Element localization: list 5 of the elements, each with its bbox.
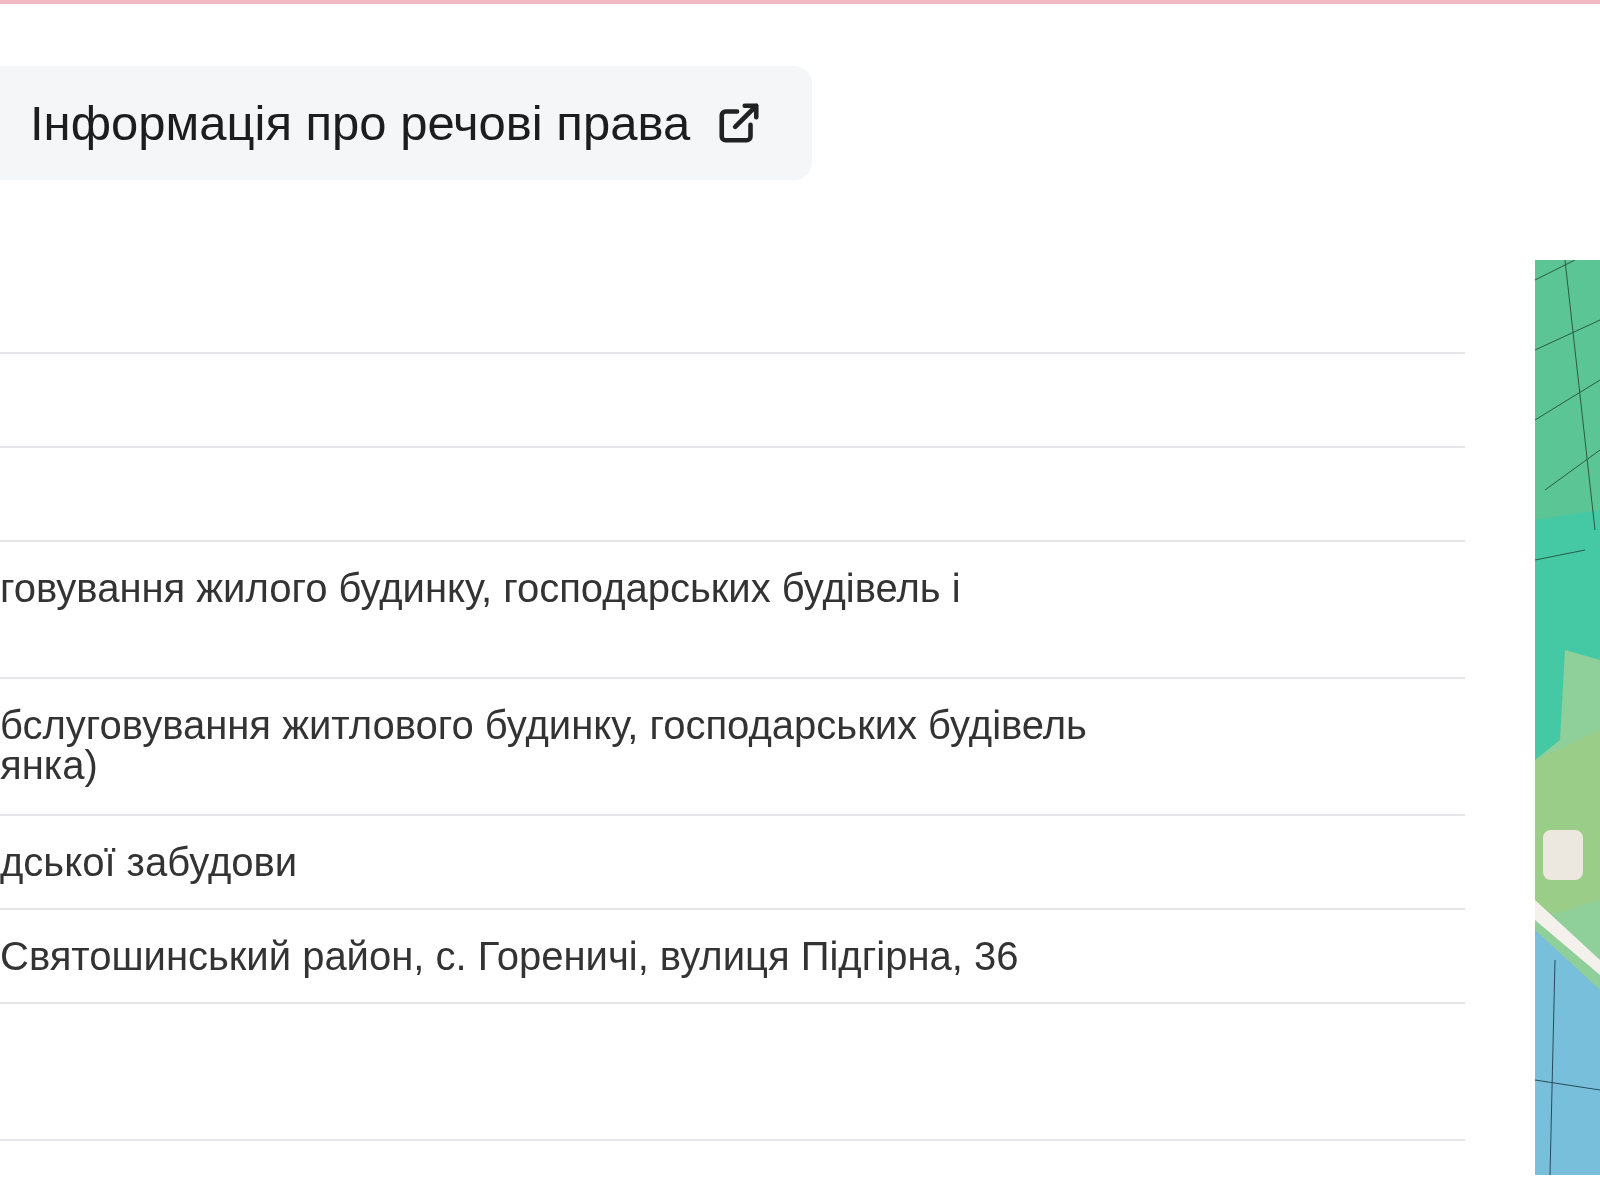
table-cell-text: дської забудови: [0, 842, 299, 882]
table-cell-text: Святошинський район, с. Гореничі, вулиця Підгірна, 36: [0, 936, 1020, 976]
table-cell-text: бслуговування житлового будинку, господарських будівель: [0, 705, 1088, 745]
table-cell-text: говування жилого будинку, господарських будівель і: [0, 568, 962, 608]
rights-info-button[interactable]: Інформація про речові права: [0, 66, 813, 180]
